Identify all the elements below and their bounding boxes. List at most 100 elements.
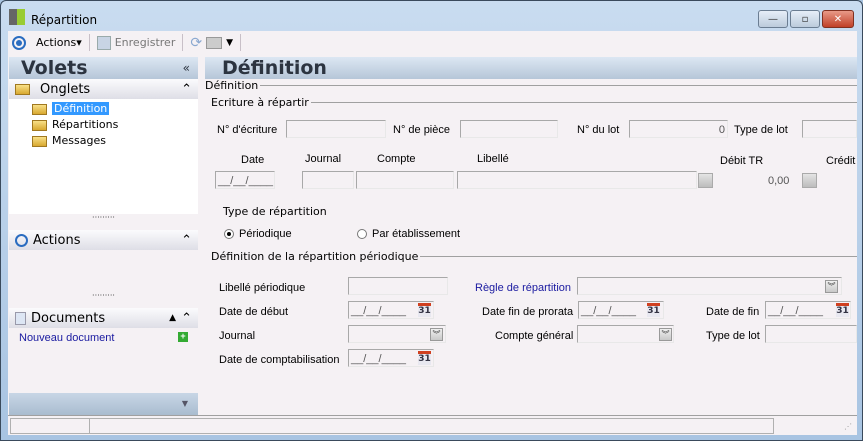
- regle-repartition-combo[interactable]: [577, 277, 842, 295]
- separator: [182, 34, 184, 51]
- section-definition-label: Définition: [205, 79, 259, 92]
- actions-header[interactable]: Actions ⌃: [9, 230, 198, 250]
- libelle-periodique-input[interactable]: [348, 277, 448, 295]
- up-icon[interactable]: ▲: [169, 313, 176, 323]
- num-lot-input[interactable]: 0: [629, 120, 728, 138]
- window: Répartition — ▫ ✕ Actions▾ Enregistrer ⟳…: [0, 0, 863, 441]
- folder-icon: [15, 83, 30, 95]
- calendar-icon[interactable]: 31: [418, 303, 431, 317]
- libelle-periodique-label: Libellé périodique: [219, 282, 306, 294]
- num-ecriture-input[interactable]: [286, 120, 386, 138]
- status-cell: [90, 418, 774, 434]
- status-cell: [10, 418, 90, 434]
- close-button[interactable]: ✕: [822, 10, 854, 28]
- num-ecriture-label: N° d'écriture: [217, 124, 278, 136]
- onglets-label: Onglets: [40, 81, 91, 97]
- separator: [240, 34, 241, 51]
- radio-icon: [224, 229, 234, 240]
- tree-item-repartitions[interactable]: Répartitions: [32, 117, 198, 133]
- date-fin-prorata-label: Date fin de prorata: [482, 306, 574, 318]
- print-dropdown-icon[interactable]: ▼: [226, 38, 233, 48]
- grid-journal-input[interactable]: [302, 171, 354, 189]
- section-periodique-label: Définition de la répartition périodique: [211, 250, 419, 263]
- grid-header-credit: Crédit: [826, 155, 856, 167]
- grid-libelle-input[interactable]: [457, 171, 697, 189]
- save-button[interactable]: Enregistrer: [115, 36, 176, 49]
- type-lot-combo[interactable]: [765, 325, 857, 343]
- tree-item-definition[interactable]: Définition: [32, 101, 198, 117]
- tree-item-messages[interactable]: Messages: [32, 133, 198, 149]
- regle-repartition-label[interactable]: Règle de répartition: [475, 282, 571, 294]
- window-title: Répartition: [31, 13, 98, 27]
- documents-body: Nouveau document +: [9, 328, 198, 348]
- num-piece-label: N° de pièce: [393, 124, 450, 136]
- target-icon: [15, 233, 28, 247]
- folder-open-icon: [32, 103, 47, 115]
- collapse-icon[interactable]: ⌃: [181, 82, 192, 97]
- documents-header[interactable]: Documents ▲ ⌃: [9, 308, 198, 328]
- section-ecriture-label: Ecriture à répartir: [211, 96, 309, 109]
- actions-label: Actions: [36, 36, 77, 49]
- print-icon[interactable]: [206, 36, 223, 49]
- onglets-tree: Définition Répartitions Messages: [9, 99, 198, 214]
- date-comptabilisation-label: Date de comptabilisation: [219, 354, 340, 366]
- type-lot-input[interactable]: [802, 120, 857, 138]
- radio-label: Périodique: [239, 228, 292, 240]
- grid-date-input[interactable]: __/__/____: [215, 171, 275, 189]
- maximize-button[interactable]: ▫: [790, 10, 820, 28]
- chevron-down-icon[interactable]: ︾: [825, 280, 838, 293]
- date-fin-label: Date de fin: [706, 306, 760, 318]
- calendar-icon[interactable]: 31: [647, 303, 660, 317]
- section-periodique: Définition de la répartition périodique: [211, 250, 857, 263]
- app-icon: [9, 9, 25, 25]
- grid-header-journal: Journal: [305, 153, 342, 165]
- actions-panel-label: Actions: [33, 232, 81, 248]
- resize-grip-icon[interactable]: ⋰: [844, 422, 852, 431]
- section-ecriture: Ecriture à répartir: [211, 96, 857, 109]
- actions-menu[interactable]: Actions▾: [36, 36, 82, 49]
- tree-item-label: Messages: [52, 134, 106, 147]
- type-lot-label: Type de lot: [734, 124, 788, 136]
- grid-header-debit: Débit TR: [720, 155, 764, 167]
- document-icon: [15, 311, 26, 325]
- calendar-icon[interactable]: 31: [418, 351, 431, 365]
- documents-label: Documents: [31, 310, 106, 326]
- calendar-icon[interactable]: 31: [836, 303, 849, 317]
- folder-icon: [32, 135, 47, 147]
- refresh-icon[interactable]: ⟳: [190, 35, 202, 51]
- page-title: Définition: [205, 57, 857, 79]
- radio-periodique[interactable]: Périodique: [224, 228, 292, 240]
- radio-label: Par établissement: [372, 228, 461, 240]
- splitter-handle[interactable]: ·········: [9, 214, 198, 230]
- grid-header-date: Date: [241, 154, 265, 166]
- actions-body: [9, 250, 198, 292]
- compte-general-label: Compte général: [495, 330, 574, 342]
- onglets-header[interactable]: Onglets ⌃: [9, 79, 198, 99]
- sidebar: Volets « Onglets ⌃ Définition Répartitions…: [9, 57, 198, 415]
- section-definition: Définition: [205, 79, 857, 92]
- tree-item-label: Répartitions: [52, 118, 119, 131]
- add-icon[interactable]: +: [178, 332, 188, 342]
- num-piece-input[interactable]: [460, 120, 558, 138]
- collapse-icon[interactable]: ⌃: [181, 311, 192, 326]
- status-bar: ⋰: [8, 415, 857, 435]
- sidebar-header: Volets «: [9, 57, 198, 79]
- splitter-handle[interactable]: ·········: [9, 292, 198, 308]
- collapse-icon[interactable]: ⌃: [181, 233, 192, 248]
- grid-credit-button[interactable]: [802, 173, 817, 188]
- grid-compte-input[interactable]: [356, 171, 454, 189]
- new-document-link[interactable]: Nouveau document: [19, 332, 114, 344]
- radio-par-etablissement[interactable]: Par établissement: [357, 228, 460, 240]
- panel-menu-button[interactable]: ▼: [9, 393, 198, 415]
- client-area: Actions▾ Enregistrer ⟳ ▼ Volets « Onglets…: [8, 31, 857, 435]
- toolbar: Actions▾ Enregistrer ⟳ ▼: [8, 31, 857, 54]
- folder-icon: [32, 119, 47, 131]
- save-icon: [96, 35, 111, 50]
- type-repartition-label: Type de répartition: [223, 205, 327, 218]
- minimize-button[interactable]: —: [758, 10, 788, 28]
- collapse-sidebar-button[interactable]: «: [183, 57, 190, 79]
- grid-debit-button[interactable]: [698, 173, 713, 188]
- sidebar-title: Volets: [21, 57, 88, 79]
- chevron-down-icon[interactable]: ︾: [430, 328, 443, 341]
- chevron-down-icon[interactable]: ︾: [659, 328, 672, 341]
